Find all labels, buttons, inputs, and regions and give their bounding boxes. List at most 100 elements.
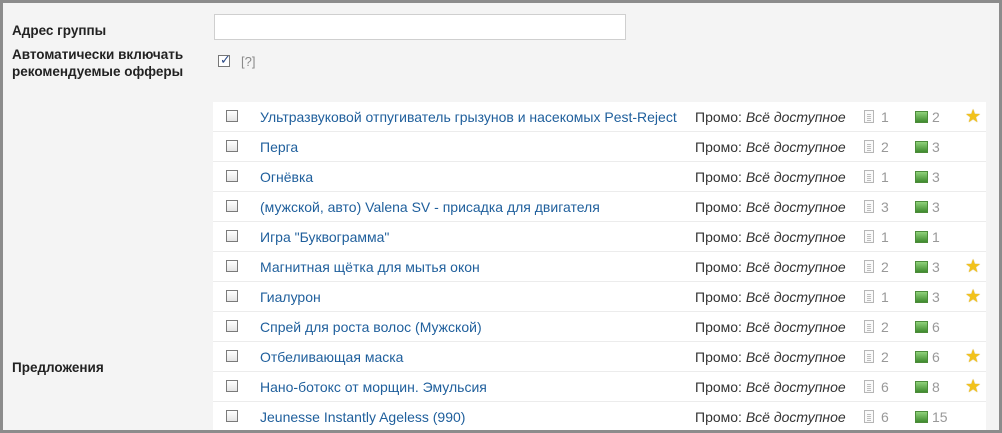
offer-name-link[interactable]: Jeunesse Instantly Ageless (990) [260, 409, 465, 425]
offer-image-count: 2 [932, 109, 940, 125]
auto-include-label-line1: Автоматически включать [12, 47, 184, 62]
offer-name-link[interactable]: Перга [260, 139, 298, 155]
offer-checkbox[interactable] [226, 230, 238, 242]
help-link[interactable]: [?] [241, 55, 255, 69]
offer-name-link[interactable]: Нано-ботокс от морщин. Эмульсия [260, 379, 487, 395]
document-icon [864, 290, 874, 303]
offer-doc-count: 1 [881, 109, 889, 125]
offer-promo: Промо: Всё доступное [695, 139, 846, 155]
offer-image-count: 6 [932, 319, 940, 335]
offer-promo-value: Всё доступное [745, 109, 846, 125]
image-icon [915, 171, 928, 183]
offer-row: Огнёвка Промо: Всё доступное 1 3 [213, 162, 986, 192]
offer-row: Отбеливающая маска Промо: Всё доступное … [213, 342, 986, 372]
offer-image-count: 3 [932, 199, 940, 215]
image-icon [915, 261, 928, 273]
auto-include-checkbox[interactable]: ✓ [218, 52, 231, 67]
offer-row: Магнитная щётка для мытья окон Промо: Вс… [213, 252, 986, 282]
offer-image-count: 3 [932, 259, 940, 275]
offer-image-count: 1 [932, 229, 940, 245]
document-icon [864, 170, 874, 183]
offer-checkbox[interactable] [226, 380, 238, 392]
offers-list: Ультразвуковой отпугиватель грызунов и н… [213, 102, 986, 430]
offer-row: Перга Промо: Всё доступное 2 3 [213, 132, 986, 162]
star-icon: ★ [965, 106, 982, 126]
offer-checkbox[interactable] [226, 170, 238, 182]
offer-promo-label: Промо: [695, 349, 742, 365]
offer-promo-label: Промо: [695, 139, 742, 155]
image-icon [915, 411, 928, 423]
group-address-input[interactable] [214, 14, 626, 40]
offer-checkbox[interactable] [226, 410, 238, 422]
offer-promo: Промо: Всё доступное [695, 409, 846, 425]
document-icon [864, 410, 874, 423]
offer-name-link[interactable]: Огнёвка [260, 169, 313, 185]
image-icon [915, 231, 928, 243]
group-address-label: Адрес группы [12, 23, 107, 38]
offer-name-link[interactable]: Отбеливающая маска [260, 349, 403, 365]
document-icon [864, 320, 874, 333]
offer-group-form: Адрес группы Автоматически включать реко… [0, 0, 1002, 433]
image-icon [915, 201, 928, 213]
offer-image-count: 8 [932, 379, 940, 395]
offer-promo: Промо: Всё доступное [695, 349, 846, 365]
offer-name-link[interactable]: Игра "Буквограмма" [260, 229, 389, 245]
offer-promo-value: Всё доступное [745, 409, 846, 425]
offer-checkbox[interactable] [226, 140, 238, 152]
offer-name-link[interactable]: Гиалурон [260, 289, 321, 305]
offer-promo: Промо: Всё доступное [695, 199, 846, 215]
offer-promo-value: Всё доступное [745, 379, 846, 395]
offer-promo-label: Промо: [695, 409, 742, 425]
offer-promo-value: Всё доступное [745, 319, 846, 335]
offer-doc-count: 2 [881, 319, 889, 335]
offer-row: Jeunesse Instantly Ageless (990) Промо: … [213, 402, 986, 430]
image-icon [915, 381, 928, 393]
offer-promo: Промо: Всё доступное [695, 259, 846, 275]
document-icon [864, 140, 874, 153]
offer-name-link[interactable]: (мужской, авто) Valena SV - присадка для… [260, 199, 600, 215]
offer-checkbox[interactable] [226, 320, 238, 332]
offer-promo-value: Всё доступное [745, 139, 846, 155]
offer-promo-label: Промо: [695, 259, 742, 275]
offer-doc-count: 3 [881, 199, 889, 215]
offer-promo: Промо: Всё доступное [695, 169, 846, 185]
offer-promo: Промо: Всё доступное [695, 229, 846, 245]
offer-promo-label: Промо: [695, 199, 742, 215]
offer-checkbox[interactable] [226, 290, 238, 302]
offer-doc-count: 6 [881, 409, 889, 425]
offer-checkbox[interactable] [226, 200, 238, 212]
star-icon: ★ [965, 346, 982, 366]
document-icon [864, 110, 874, 123]
offer-name-link[interactable]: Магнитная щётка для мытья окон [260, 259, 480, 275]
document-icon [864, 200, 874, 213]
offer-promo-label: Промо: [695, 109, 742, 125]
offer-checkbox[interactable] [226, 260, 238, 272]
offer-name-link[interactable]: Ультразвуковой отпугиватель грызунов и н… [260, 109, 677, 125]
offer-image-count: 3 [932, 169, 940, 185]
offer-image-count: 3 [932, 139, 940, 155]
checkmark-icon: ✓ [220, 52, 231, 67]
image-icon [915, 141, 928, 153]
auto-include-label: Автоматически включать рекомендуемые офф… [12, 46, 183, 80]
offer-checkbox[interactable] [226, 350, 238, 362]
offer-checkbox[interactable] [226, 110, 238, 122]
offer-promo-value: Всё доступное [745, 349, 846, 365]
document-icon [864, 380, 874, 393]
offer-name-link[interactable]: Спрей для роста волос (Мужской) [260, 319, 482, 335]
offer-promo-label: Промо: [695, 379, 742, 395]
offer-promo-value: Всё доступное [745, 289, 846, 305]
offer-promo-value: Всё доступное [745, 199, 846, 215]
offer-doc-count: 6 [881, 379, 889, 395]
offer-promo: Промо: Всё доступное [695, 289, 846, 305]
offer-image-count: 3 [932, 289, 940, 305]
offer-row: Спрей для роста волос (Мужской) Промо: В… [213, 312, 986, 342]
offer-promo: Промо: Всё доступное [695, 319, 846, 335]
document-icon [864, 350, 874, 363]
offer-promo-value: Всё доступное [745, 259, 846, 275]
offer-promo-label: Промо: [695, 229, 742, 245]
offer-row: Игра "Буквограмма" Промо: Всё доступное … [213, 222, 986, 252]
image-icon [915, 351, 928, 363]
offer-promo-label: Промо: [695, 289, 742, 305]
offer-doc-count: 1 [881, 229, 889, 245]
offer-promo-label: Промо: [695, 169, 742, 185]
